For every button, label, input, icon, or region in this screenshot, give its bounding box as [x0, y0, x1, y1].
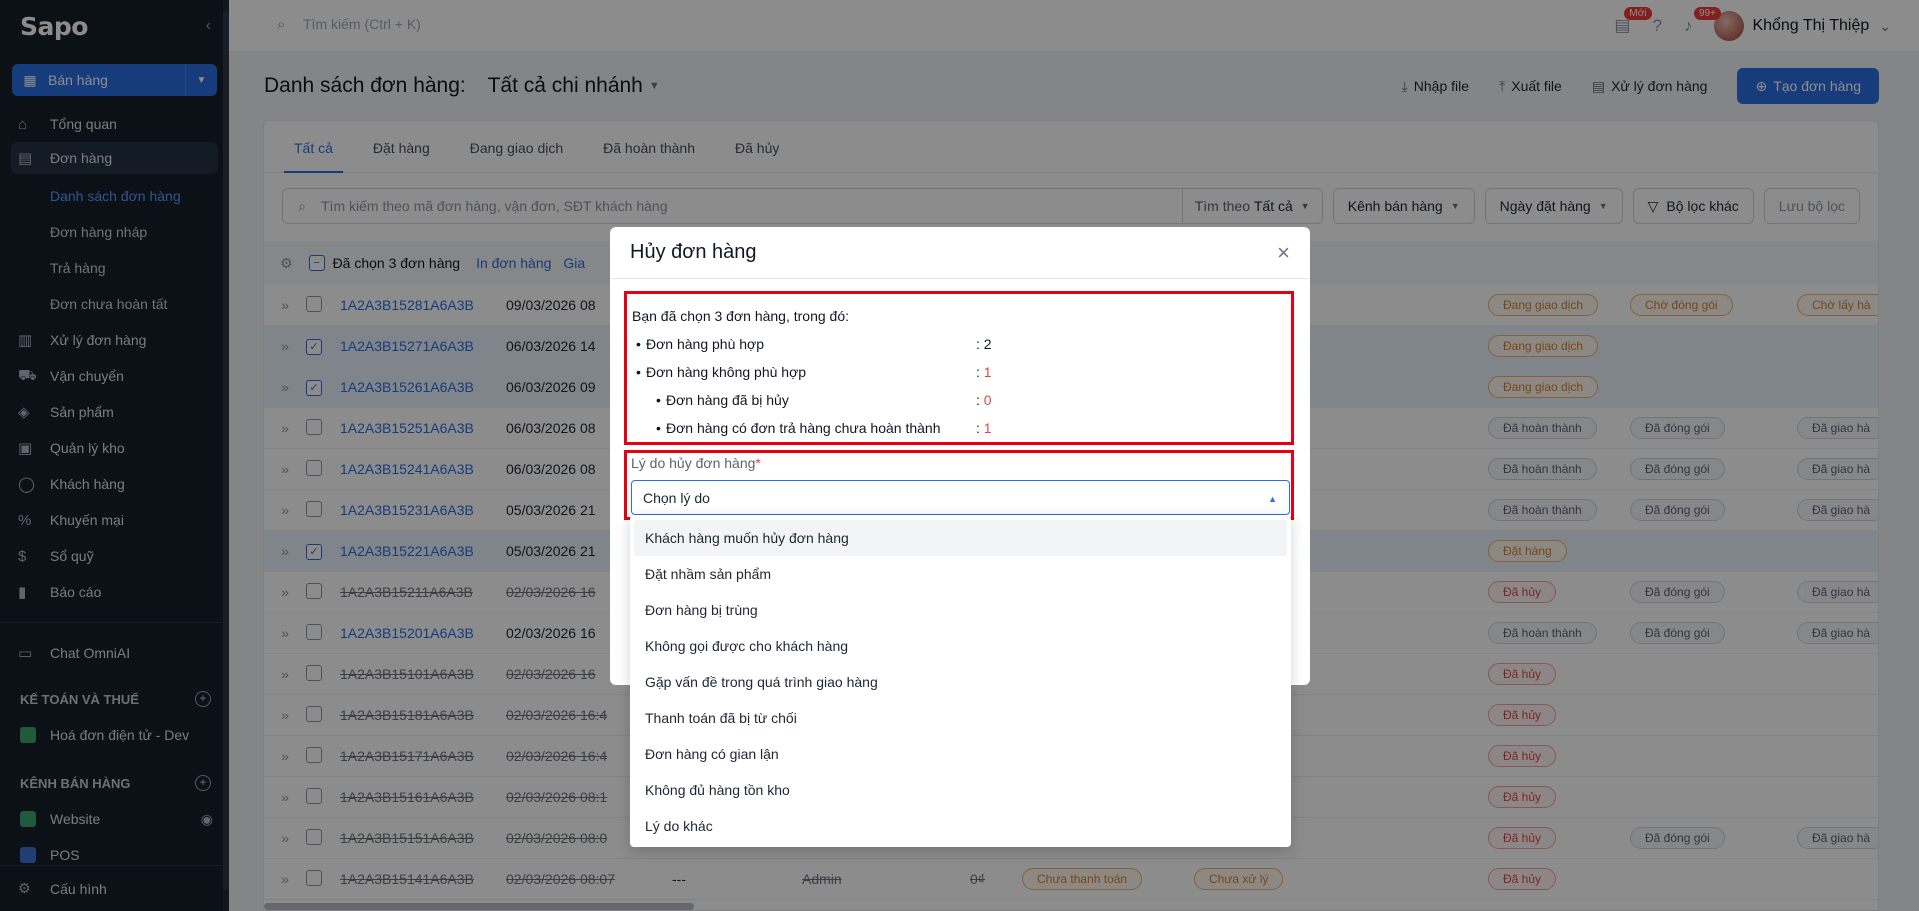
close-icon[interactable]: × — [1277, 240, 1290, 266]
modal-header: Hủy đơn hàng × — [610, 227, 1310, 279]
cancel-reason-select[interactable]: Chọn lý do ▲ — [631, 480, 1290, 515]
cancel-reason-field: Lý do hủy đơn hàng* Chọn lý do ▲ — [624, 450, 1294, 520]
reason-option[interactable]: Lý do khác — [634, 808, 1287, 844]
reason-option[interactable]: Khách hàng muốn hủy đơn hàng — [634, 520, 1287, 556]
reason-option[interactable]: Thanh toán đã bị từ chối — [634, 700, 1287, 736]
reason-option[interactable]: Đơn hàng có gian lận — [634, 736, 1287, 772]
caret-up-icon: ▲ — [1268, 494, 1277, 504]
cancelled-orders-row: Đơn hàng đã bị hủy: 0 — [632, 386, 1286, 414]
summary-text: Bạn đã chọn 3 đơn hàng, trong đó: — [632, 308, 850, 324]
reason-option[interactable]: Đặt nhầm sản phẩm — [634, 556, 1287, 592]
unfit-orders-row: Đơn hàng không phù hợp: 1 — [632, 358, 1286, 386]
reason-option[interactable]: Đơn hàng bị trùng — [634, 592, 1287, 628]
reason-option[interactable]: Không đủ hàng tồn kho — [634, 772, 1287, 808]
modal-title: Hủy đơn hàng — [630, 241, 757, 263]
selection-summary: Bạn đã chọn 3 đơn hàng, trong đó: Đơn hà… — [624, 291, 1294, 445]
return-orders-row: Đơn hàng có đơn trả hàng chưa hoàn thành… — [632, 414, 1286, 442]
reason-option[interactable]: Gặp vấn đề trong quá trình giao hàng — [634, 664, 1287, 700]
cancel-reason-options: Khách hàng muốn hủy đơn hàng Đặt nhầm sản… — [630, 515, 1291, 847]
reason-option[interactable]: Không gọi được cho khách hàng — [634, 628, 1287, 664]
cancel-reason-label: Lý do hủy đơn hàng* — [631, 455, 761, 471]
fit-orders-row: Đơn hàng phù hợp: 2 — [632, 330, 1286, 358]
